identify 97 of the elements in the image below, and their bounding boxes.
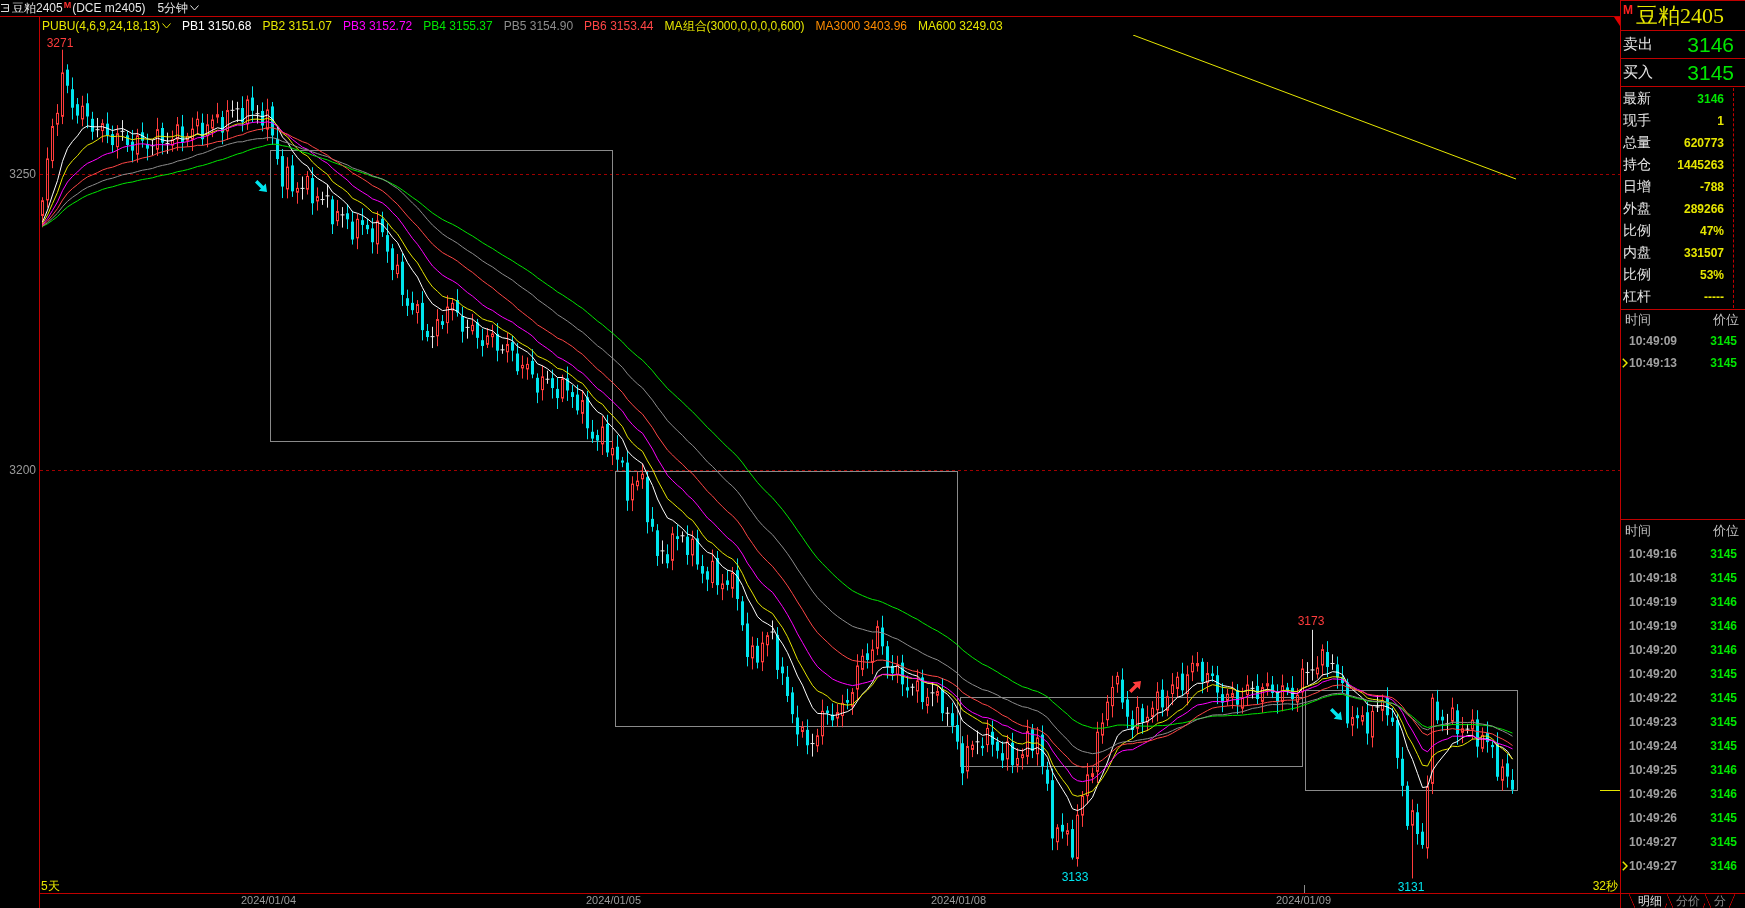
stat-label: 比例: [1623, 266, 1651, 284]
tick-time: 10:49:22: [1629, 691, 1678, 705]
stat-value: 289266: [1683, 202, 1724, 216]
legend-item: PB2 3151.07: [262, 19, 332, 33]
tick-time: 10:49:20: [1629, 643, 1678, 657]
countdown-label: 32秒: [1592, 879, 1618, 893]
tick-time: 10:49:27: [1629, 859, 1678, 873]
stat-label: 日增: [1623, 178, 1651, 196]
stat-value: 331507: [1683, 246, 1724, 260]
instrument-name: 豆粕2405: [1636, 2, 1724, 29]
legend-item: MA组合(3000,0,0,0,0,600): [664, 19, 805, 33]
stat-value: 53%: [1699, 268, 1724, 282]
tick-price: 3145: [1710, 739, 1737, 753]
tick-price: 3146: [1710, 859, 1737, 873]
market-code-label: M: [1623, 3, 1633, 17]
symbol-name: 豆粕2405: [12, 0, 63, 17]
tick-time: 10:49:19: [1629, 595, 1678, 609]
column-header: 价位: [1713, 311, 1739, 329]
ask-price: 3146: [1687, 32, 1734, 57]
date-label: 2024/01/09: [1275, 894, 1332, 906]
stat-label: 杠杆: [1623, 288, 1651, 306]
tick-price: 3145: [1710, 334, 1737, 348]
market-code-label: M: [63, 1, 72, 10]
corner-triangle-icon: [1614, 17, 1620, 26]
tick-price: 3145: [1710, 547, 1737, 561]
column-header: 时间: [1625, 311, 1651, 329]
tick-time: 10:49:26: [1629, 787, 1678, 801]
bracket-icon[interactable]: [1, 4, 9, 12]
period-dropdown[interactable]: 5分钟: [157, 0, 200, 17]
panel-tab[interactable]: 分: [1705, 894, 1735, 908]
stat-value: 3146: [1697, 92, 1724, 106]
legend-item: MA600 3249.03: [918, 19, 1003, 33]
tick-price: 3146: [1710, 643, 1737, 657]
stat-label: 最新: [1623, 90, 1651, 108]
tick-time: 10:49:19: [1629, 619, 1678, 633]
chevron-down-icon: [190, 5, 200, 11]
tick-price: 3146: [1710, 787, 1737, 801]
chevron-down-icon: [162, 23, 172, 29]
legend-item: MA3000 3403.96: [815, 19, 907, 33]
bid-label: 买入: [1623, 63, 1653, 82]
extreme-price-label: 3133: [1061, 870, 1089, 884]
tick-time: 10:49:27: [1629, 835, 1678, 849]
legend-item: PB3 3152.72: [342, 19, 413, 33]
legend-item: PB6 3153.44: [584, 19, 654, 33]
column-header: 时间: [1625, 522, 1651, 540]
contract-code: (DCE m2405): [72, 1, 146, 15]
tick-price: 3145: [1710, 667, 1737, 681]
tick-price: 3146: [1710, 763, 1737, 777]
stat-label: 内盘: [1623, 244, 1651, 262]
stat-label: 比例: [1623, 222, 1651, 240]
stat-value: 47%: [1699, 224, 1724, 238]
last-price-marker: [1599, 790, 1620, 791]
tick-time: 10:49:20: [1629, 667, 1678, 681]
tick-price: 3146: [1710, 619, 1737, 633]
stat-label: 总量: [1623, 134, 1651, 152]
date-label: 2024/01/05: [585, 894, 642, 906]
stat-value: -788: [1699, 180, 1724, 194]
stat-label: 外盘: [1623, 200, 1651, 218]
tick-price: 3145: [1710, 811, 1737, 825]
tick-time: 10:49:24: [1629, 739, 1678, 753]
up-right-arrow-icon: [1129, 681, 1141, 693]
stat-label: 现手: [1623, 112, 1651, 130]
tick-price: 3145: [1710, 715, 1737, 729]
date-label: 2024/01/04: [240, 894, 297, 906]
tick-time: 10:49:18: [1629, 571, 1678, 585]
stat-value: 1445263: [1677, 158, 1724, 172]
extreme-price-label: 3173: [1297, 614, 1325, 628]
tick-time: 10:49:09: [1629, 334, 1678, 348]
down-right-arrow-icon: [1330, 708, 1342, 720]
tick-time: 10:49:26: [1629, 811, 1678, 825]
tick-time: 10:49:16: [1629, 547, 1678, 561]
tick-price: 3146: [1710, 595, 1737, 609]
stat-value: 1: [1717, 114, 1724, 128]
tick-time: 10:49:25: [1629, 763, 1678, 777]
stat-label: 持仓: [1623, 156, 1651, 174]
legend-item: PB4 3155.37: [423, 19, 493, 33]
range-label: 5天: [41, 879, 60, 893]
indicator-dropdown[interactable]: PUBU(4,6,9,24,18,13): [42, 19, 172, 33]
price-tick-label: 3250: [9, 167, 36, 181]
tick-price: 3145: [1710, 691, 1737, 705]
legend-item: PB1 3150.68: [182, 19, 252, 33]
column-header: 价位: [1713, 522, 1739, 540]
down-right-arrow-icon: [255, 180, 267, 192]
stat-value: -----: [1704, 290, 1724, 304]
tick-time: 10:49:23: [1629, 715, 1678, 729]
extreme-price-label: 3271: [46, 36, 74, 50]
date-label: 2024/01/08: [930, 894, 987, 906]
tick-price: 3145: [1710, 571, 1737, 585]
ask-label: 卖出: [1623, 35, 1653, 54]
tick-price: 3145: [1710, 356, 1737, 370]
legend-item: PB5 3154.90: [503, 19, 574, 33]
bid-price: 3145: [1687, 60, 1734, 85]
tick-time: 10:49:13: [1629, 356, 1678, 370]
stat-value: 620773: [1683, 136, 1724, 150]
price-tick-label: 3200: [9, 463, 36, 477]
tick-price: 3145: [1710, 835, 1737, 849]
extreme-price-label: 3131: [1397, 880, 1425, 893]
